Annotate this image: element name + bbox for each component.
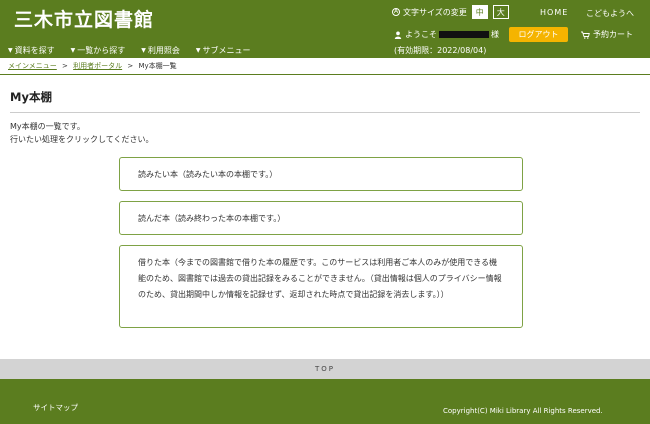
- breadcrumb-separator: >: [127, 62, 134, 70]
- font-size-medium-button[interactable]: 中: [471, 5, 488, 19]
- cart-label: 予約カート: [593, 30, 633, 39]
- expiry-date: (有効期限：2022/08/04): [394, 46, 487, 55]
- sitemap-link[interactable]: サイトマップ: [33, 402, 78, 413]
- font-size-large-button[interactable]: 大: [492, 5, 509, 19]
- welcome-suffix: 様: [491, 30, 499, 39]
- nav-item-search[interactable]: ▼ 資料を探す: [8, 45, 55, 56]
- breadcrumb-user-portal[interactable]: 利用者ポータル: [73, 62, 122, 70]
- page-title: My本棚: [10, 89, 640, 113]
- nav-item-label: 一覧から探す: [77, 46, 126, 55]
- nav-item-label: サブメニュー: [202, 46, 251, 55]
- user-icon: [394, 31, 402, 39]
- nav-item-submenu[interactable]: ▼ サブメニュー: [196, 45, 251, 56]
- caret-down-icon: ▼: [8, 47, 13, 54]
- main-nav: ▼ 資料を探す ▼ 一覧から探す ▼ 利用照会 ▼ サブメニュー: [8, 45, 267, 56]
- caret-down-icon: ▼: [70, 47, 76, 54]
- copyright: Copyright(C) Miki Library All Rights Res…: [443, 407, 603, 415]
- footer: サイトマップ Copyright(C) Miki Library All Rig…: [0, 379, 650, 424]
- reservation-cart-link[interactable]: 予約カート: [581, 29, 633, 40]
- shelf-want-to-read[interactable]: 読みたい本（読みたい本の本棚です。）: [119, 157, 523, 191]
- font-size-control: A 文字サイズの変更 中 大: [392, 5, 509, 19]
- logout-button[interactable]: ログアウト: [509, 27, 568, 42]
- nav-item-label: 資料を探す: [14, 46, 55, 55]
- caret-down-icon: ▼: [195, 47, 201, 54]
- nav-item-usage[interactable]: ▼ 利用照会: [141, 45, 180, 56]
- description-line: 行いたい処理をクリックしてください。: [10, 135, 154, 144]
- site-title[interactable]: 三木市立図書館: [14, 5, 154, 32]
- header: 三木市立図書館 A 文字サイズの変更 中 大 HOME こどもようへ ようこそ …: [0, 0, 650, 58]
- shelf-borrowed[interactable]: 借りた本（今までの図書館で借りた本の履歴です。このサービスは利用者ご本人のみが使…: [119, 245, 523, 328]
- caret-down-icon: ▼: [141, 47, 146, 54]
- breadcrumb-separator: >: [62, 62, 68, 70]
- font-size-label: 文字サイズの変更: [403, 7, 467, 17]
- cart-icon: [581, 31, 590, 39]
- nav-item-browse[interactable]: ▼ 一覧から探す: [71, 45, 126, 56]
- redacted-username: [439, 31, 489, 38]
- home-link[interactable]: HOME: [540, 8, 568, 17]
- description-line: My本棚の一覧です。: [10, 122, 85, 131]
- welcome-prefix: ようこそ: [405, 30, 437, 39]
- kids-link[interactable]: こどもようへ: [586, 8, 634, 19]
- main-content: My本棚 My本棚の一覧です。 行いたい処理をクリックしてください。: [0, 89, 650, 146]
- welcome-message: ようこそ 様: [394, 29, 499, 40]
- shelf-already-read[interactable]: 読んだ本（読み終わった本の本棚です。）: [119, 201, 523, 235]
- nav-item-label: 利用照会: [147, 46, 180, 55]
- back-to-top-button[interactable]: TOP: [0, 359, 650, 379]
- breadcrumb-main-menu[interactable]: メインメニュー: [8, 62, 57, 70]
- page-description: My本棚の一覧です。 行いたい処理をクリックしてください。: [10, 120, 640, 146]
- breadcrumb-current: My本棚一覧: [138, 62, 177, 70]
- breadcrumb: メインメニュー > 利用者ポータル > My本棚一覧: [0, 58, 650, 75]
- font-size-icon: A: [392, 8, 400, 16]
